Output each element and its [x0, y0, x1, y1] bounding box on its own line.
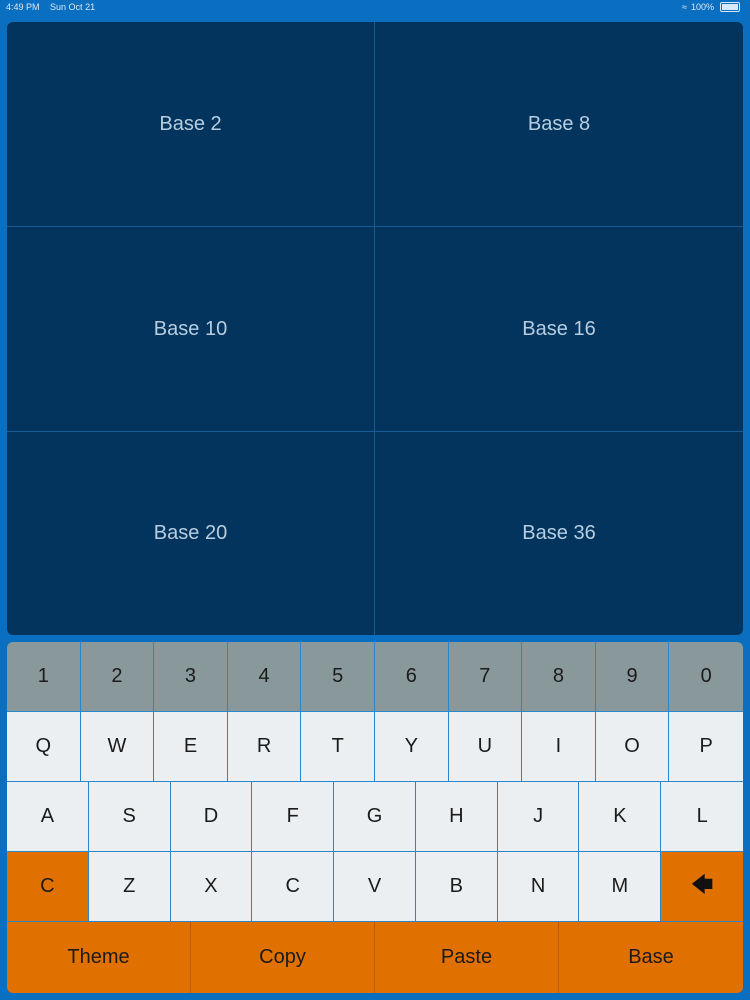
key-q[interactable]: Q	[7, 712, 81, 782]
clear-button[interactable]: C	[7, 852, 89, 922]
theme-button[interactable]: Theme	[7, 922, 191, 993]
keyboard: 1 2 3 4 5 6 7 8 9 0 Q W E R T Y U I O P …	[7, 642, 743, 993]
base-display-grid: Base 2 Base 8 Base 10 Base 16 Base 20 Ba…	[7, 22, 743, 635]
paste-button[interactable]: Paste	[375, 922, 559, 993]
key-j[interactable]: J	[497, 782, 580, 852]
key-2[interactable]: 2	[80, 642, 155, 712]
display-base-10[interactable]: Base 10	[7, 227, 375, 432]
display-base-8[interactable]: Base 8	[375, 22, 743, 227]
letter-row-z: C Z X C V B N M 🡄	[7, 852, 743, 922]
number-row: 1 2 3 4 5 6 7 8 9 0	[7, 642, 743, 712]
key-k[interactable]: K	[579, 782, 662, 852]
key-x[interactable]: X	[170, 852, 253, 922]
key-w[interactable]: W	[80, 712, 155, 782]
key-i[interactable]: I	[522, 712, 596, 782]
key-y[interactable]: Y	[374, 712, 449, 782]
key-n[interactable]: N	[497, 852, 580, 922]
battery-percent: 100%	[690, 2, 714, 12]
key-1[interactable]: 1	[7, 642, 81, 712]
action-row: Theme Copy Paste Base	[7, 922, 743, 993]
key-t[interactable]: T	[301, 712, 375, 782]
key-b[interactable]: B	[415, 852, 498, 922]
key-a[interactable]: A	[7, 782, 89, 852]
status-left: 4:49 PM Sun Oct 21	[6, 0, 103, 14]
status-time: 4:49 PM	[6, 2, 40, 12]
key-l[interactable]: L	[661, 782, 743, 852]
display-base-2[interactable]: Base 2	[7, 22, 375, 227]
battery-icon	[720, 2, 740, 12]
key-h[interactable]: H	[415, 782, 498, 852]
copy-button[interactable]: Copy	[191, 922, 375, 993]
key-m[interactable]: M	[579, 852, 662, 922]
key-e[interactable]: E	[154, 712, 228, 782]
wifi-icon: ≈	[682, 2, 687, 12]
status-bar: 4:49 PM Sun Oct 21 ≈ 100%	[0, 0, 750, 14]
status-date: Sun Oct 21	[50, 2, 96, 12]
key-7[interactable]: 7	[448, 642, 523, 712]
status-right: ≈ 100%	[682, 0, 740, 14]
key-v[interactable]: V	[334, 852, 416, 922]
display-base-36[interactable]: Base 36	[375, 432, 743, 635]
key-9[interactable]: 9	[595, 642, 670, 712]
key-5[interactable]: 5	[301, 642, 375, 712]
key-r[interactable]: R	[227, 712, 302, 782]
base-button[interactable]: Base	[559, 922, 743, 993]
key-0[interactable]: 0	[669, 642, 743, 712]
letter-row-q: Q W E R T Y U I O P	[7, 712, 743, 782]
letter-row-a: A S D F G H J K L	[7, 782, 743, 852]
key-f[interactable]: F	[252, 782, 335, 852]
backspace-arrow-icon: 🡄	[690, 871, 714, 897]
key-o[interactable]: O	[595, 712, 670, 782]
key-u[interactable]: U	[448, 712, 523, 782]
key-p[interactable]: P	[669, 712, 743, 782]
key-8[interactable]: 8	[522, 642, 596, 712]
key-g[interactable]: G	[334, 782, 416, 852]
key-z[interactable]: Z	[88, 852, 171, 922]
key-3[interactable]: 3	[154, 642, 228, 712]
display-base-16[interactable]: Base 16	[375, 227, 743, 432]
display-base-20[interactable]: Base 20	[7, 432, 375, 635]
key-d[interactable]: D	[170, 782, 253, 852]
key-c[interactable]: C	[252, 852, 335, 922]
key-s[interactable]: S	[88, 782, 171, 852]
key-4[interactable]: 4	[227, 642, 302, 712]
backspace-button[interactable]: 🡄	[661, 852, 743, 922]
key-6[interactable]: 6	[374, 642, 449, 712]
